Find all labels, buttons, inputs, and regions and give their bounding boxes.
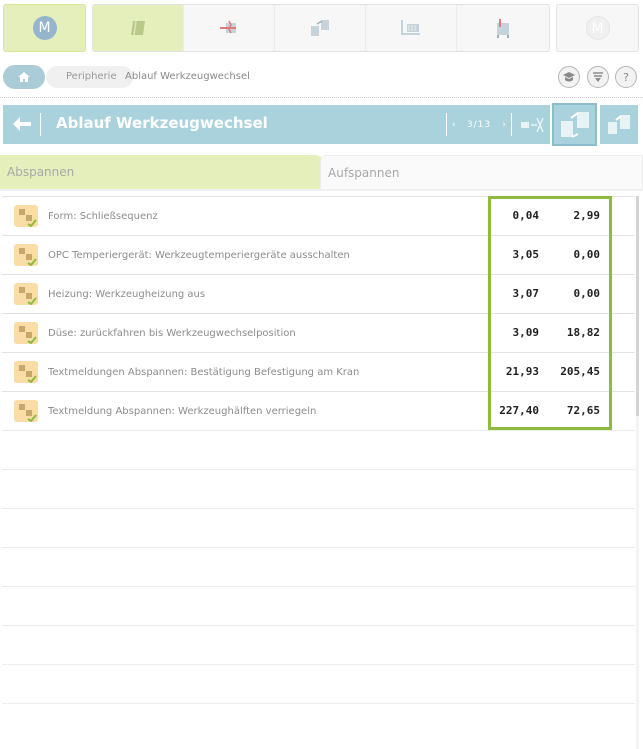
step-start-time: 0,04 [512,209,540,222]
breadcrumb: Peripherie Ablauf Werkzeugwechsel ? [0,60,643,94]
step-duration: 0,00 [573,287,601,300]
sequence-step-icon [14,244,38,267]
step-duration: 18,82 [566,326,600,339]
secondary-menu-badge: M [585,16,610,40]
breadcrumb-item-current: Ablauf Werkzeugwechsel [125,71,250,82]
nozzle-icon [520,117,544,132]
step-duration: 72,65 [566,404,600,417]
step-label: Textmeldung Abspannen: Werkzeughälften v… [48,406,317,417]
empty-row [2,547,635,586]
nav-heater-button[interactable] [184,5,275,51]
home-button[interactable] [3,65,45,89]
step-start-time: 3,09 [512,326,540,339]
list-item[interactable]: Textmeldung Abspannen: Werkzeughälften v… [2,391,635,430]
step-start-time: 21,93 [505,365,539,378]
scrollbar-thumb[interactable] [636,196,639,416]
help-icon: ? [623,70,629,84]
tab-abspannen[interactable]: Abspannen [0,155,322,189]
mold-change-icon [311,20,329,36]
step-start-time: 227,40 [499,404,539,417]
list-item[interactable]: Textmeldungen Abspannen: Bestätigung Bef… [2,352,635,391]
robot-arm-icon [608,114,630,134]
empty-row [2,430,635,469]
page-indicator: 3/13 [466,119,492,130]
empty-row [2,508,635,547]
sequence-step-icon [14,400,38,423]
step-label: Textmeldungen Abspannen: Bestätigung Bef… [48,367,360,378]
step-duration: 2,99 [573,209,601,222]
step-start-time: 3,05 [512,248,540,261]
sequence-step-icon [14,205,38,228]
breadcrumb-divider [0,97,643,98]
nav-robot-button[interactable] [366,5,457,51]
tab-bar: Abspannen Aufspannen [0,155,643,189]
step-label: OPC Temperiergerät: Werkzeugtemperierger… [48,250,350,261]
breadcrumb-item-peripherie[interactable]: Peripherie [46,66,133,88]
step-duration: 205,45 [560,365,600,378]
tab-underline [0,189,643,191]
nav-mold-change-button[interactable] [275,5,366,51]
title-bar: Ablauf Werkzeugwechsel ‹ 3/13 › [3,105,550,144]
nav-tool-button[interactable] [93,5,184,51]
list-item[interactable]: Form: Schließsequenz 0,04 2,99 [2,196,635,235]
filter-icon [593,72,603,82]
title-divider [40,113,41,136]
empty-row [2,586,635,625]
chevron-left-icon[interactable]: ‹ [452,120,456,130]
training-button[interactable] [558,66,580,88]
step-label: Heizung: Werkzeugheizung aus [48,289,206,300]
top-navigation: M M [0,0,643,56]
tool-icon [131,20,145,36]
robot-icon [401,20,420,35]
main-menu-button[interactable]: M [3,4,86,52]
function-group-bar [92,4,550,52]
graduation-cap-icon [563,72,575,82]
empty-row [2,625,635,664]
step-duration: 0,00 [573,248,601,261]
mold-change-icon [560,111,589,138]
chevron-right-icon[interactable]: › [502,120,506,130]
tab-aufspannen[interactable]: Aufspannen [320,155,643,189]
main-menu-badge: M [32,16,57,40]
nav-sequence-button[interactable] [457,5,548,51]
list-item[interactable]: Düse: zurückfahren bis Werkzeugwechselpo… [2,313,635,352]
back-button[interactable] [11,115,33,133]
step-label: Form: Schließsequenz [48,211,158,222]
list-item[interactable]: Heizung: Werkzeugheizung aus 3,07 0,00 [2,274,635,313]
arrow-left-icon [13,117,31,131]
secondary-menu-button[interactable]: M [556,4,639,52]
sequence-icon [496,19,509,38]
empty-row [2,469,635,508]
empty-row [2,703,635,742]
empty-row [2,664,635,703]
mold-change-view-button[interactable] [552,103,597,146]
page-navigator: ‹ 3/13 › [446,113,512,136]
robot-view-button[interactable] [600,105,638,144]
heater-icon [220,20,236,34]
nozzle-view-button[interactable] [515,105,550,144]
home-icon [18,72,30,82]
page-title: Ablauf Werkzeugwechsel [56,114,268,132]
sequence-list: Form: Schließsequenz 0,04 2,99 OPC Tempe… [2,196,635,742]
sequence-step-icon [14,283,38,306]
sequence-step-icon [14,322,38,345]
help-button[interactable]: ? [615,66,637,88]
step-label: Düse: zurückfahren bis Werkzeugwechselpo… [48,328,296,339]
sequence-step-icon [14,361,38,384]
list-item[interactable]: OPC Temperiergerät: Werkzeugtemperierger… [2,235,635,274]
step-start-time: 3,07 [512,287,540,300]
filter-button[interactable] [587,66,609,88]
